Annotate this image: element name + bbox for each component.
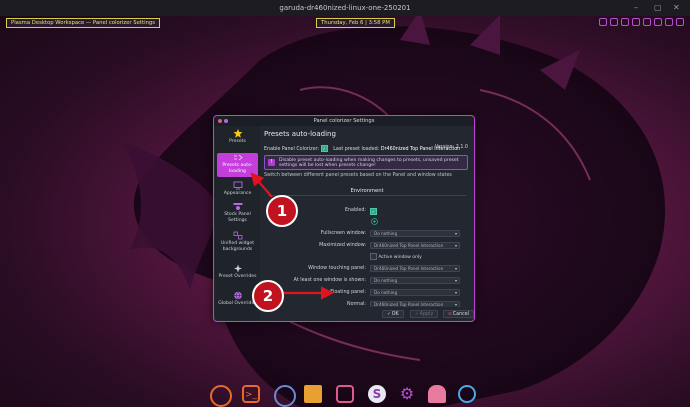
sparkle-icon (233, 264, 242, 273)
monitor-icon (233, 181, 242, 190)
callout-2: 2 (252, 280, 284, 312)
chevron-down-icon: ▾ (454, 231, 457, 236)
warning-message: ! Disable preset auto-loading when makin… (264, 155, 468, 170)
sidebar-item-preset-overrides[interactable]: Preset Overrides (217, 264, 258, 288)
check-icon: ✓ (387, 312, 391, 317)
gear-icon[interactable]: ⚙ (398, 385, 416, 403)
active-window-only-label: Active window only (378, 255, 422, 260)
dialog-title: Panel colorizer Settings (313, 118, 375, 124)
garuda-g-icon[interactable] (458, 385, 476, 403)
dialog-footer: ✓OK ✓Apply ⊘Cancel (262, 307, 475, 320)
maximized-window-select[interactable]: Dr460nized Top Panel Interaction ▾ (370, 242, 460, 249)
globe-icon (233, 291, 242, 300)
window-touching-panel-label: Window touching panel: (308, 266, 366, 271)
terminal-icon[interactable]: >_ (242, 385, 260, 403)
chevron-down-icon: ▾ (454, 290, 457, 295)
minimize-icon[interactable]: – (634, 3, 638, 12)
maximize-icon[interactable]: ▢ (654, 3, 662, 12)
sidebar-item-stock-panel-settings[interactable]: Stock Panel Settings (217, 202, 258, 228)
apply-button[interactable]: ✓Apply (410, 310, 439, 318)
cancel-icon: ⊘ (448, 312, 452, 317)
floating-panel-select[interactable]: Do nothing ▾ (370, 289, 460, 296)
sidebar-item-label: Preset Overrides (218, 274, 257, 279)
fullscreen-window-select[interactable]: Do nothing ▾ (370, 230, 460, 237)
active-window-only-checkbox[interactable] (370, 253, 377, 260)
callout-1: 1 (266, 195, 298, 227)
panel-tray-icon[interactable] (610, 18, 618, 26)
ghost-icon[interactable] (428, 385, 446, 403)
last-preset-label: Last preset loaded: (333, 147, 380, 152)
garuda-icon[interactable] (210, 385, 232, 407)
sidebar-item-label: Unified widget backgrounds (220, 241, 255, 252)
panel-tray-icon[interactable] (643, 18, 651, 26)
environment-enabled-checkbox[interactable]: ✓ (370, 208, 377, 215)
apply-icon: ✓ (415, 312, 419, 317)
browser-icon[interactable] (274, 385, 296, 407)
sidebar-item-label: Stock Panel Settings (224, 212, 251, 223)
dialog-close-icon[interactable] (218, 119, 222, 123)
enable-label: Enable Panel Colorizer: (264, 147, 320, 152)
top-title-bar: garuda-dr460nized-linux-one-250201 – ▢ ✕ (0, 0, 690, 16)
star-icon (233, 129, 242, 138)
cancel-button[interactable]: ⊘Cancel (443, 310, 475, 318)
sidebar-item-presets-auto-loading[interactable]: Presets auto-loading (217, 153, 258, 177)
environment-heading: Environment (350, 188, 384, 194)
sidebar-item-label: Appearance (223, 191, 252, 196)
panel-tray-icon[interactable] (654, 18, 662, 26)
info-icon: ! (268, 159, 275, 166)
maximized-window-label: Maximized window: (319, 243, 366, 248)
panel-settings-icon (233, 203, 242, 210)
settings-s-icon[interactable]: S (368, 385, 386, 403)
panel-tray-icon[interactable] (665, 18, 673, 26)
switch-description: Switch between different panel presets b… (264, 173, 452, 178)
window-title: garuda-dr460nized-linux-one-250201 (279, 4, 411, 12)
unified-widgets-icon (233, 231, 242, 240)
dialog-minimize-icon[interactable] (224, 119, 228, 123)
chevron-down-icon: ▾ (454, 266, 457, 271)
window-touching-panel-select[interactable]: Dr460nized Top Panel Interaction ▾ (370, 265, 460, 272)
presets-auto-loading-icon (233, 154, 243, 161)
panel-tray-icon[interactable] (599, 18, 607, 26)
sidebar-item-appearance[interactable]: Appearance (217, 181, 258, 199)
panel-tray-icon[interactable] (621, 18, 629, 26)
page-title: Presets auto-loading (264, 130, 336, 138)
one-window-shown-label: At least one window is shown: (293, 278, 366, 283)
panel-tray-icon[interactable] (632, 18, 640, 26)
add-icon[interactable] (371, 218, 378, 225)
divider (268, 195, 466, 196)
panel-clock[interactable]: Thursday, Feb 6 | 3:58 PM (316, 18, 395, 28)
version-label: Version: 2.1.0 (435, 145, 468, 150)
dock: >_ S ⚙ (204, 381, 486, 407)
one-window-shown-select[interactable]: Do nothing ▾ (370, 277, 460, 284)
sidebar-item-unified-widget-backgrounds[interactable]: Unified widget backgrounds (217, 231, 258, 261)
panel-tray-icon[interactable] (676, 18, 684, 26)
chevron-down-icon: ▾ (454, 278, 457, 283)
warning-text: Disable preset auto-loading when making … (279, 158, 459, 169)
files-icon[interactable] (304, 385, 322, 403)
close-icon[interactable]: ✕ (673, 3, 680, 12)
sidebar-item-label: Global Overrides (218, 301, 257, 306)
enable-checkbox[interactable]: ✓ (320, 145, 328, 152)
sidebar-item-label: Presets auto-loading (222, 163, 253, 174)
sidebar-item-presets[interactable]: Presets (217, 129, 258, 151)
chevron-down-icon: ▾ (454, 243, 457, 248)
system-monitor-icon[interactable] (336, 385, 354, 403)
top-panel: Plasma Desktop Workspace — Panel coloriz… (0, 18, 690, 28)
ok-button[interactable]: ✓OK (382, 310, 404, 318)
active-window-only-row[interactable]: Active window only (370, 253, 422, 260)
dialog-titlebar: Panel colorizer Settings (214, 116, 474, 126)
sidebar-item-label: Presets (229, 139, 246, 144)
enable-row: Enable Panel Colorizer: ✓ Last preset lo… (264, 145, 468, 153)
fullscreen-window-label: Fullscreen window: (320, 231, 366, 236)
panel-window-title[interactable]: Plasma Desktop Workspace — Panel coloriz… (6, 18, 161, 28)
